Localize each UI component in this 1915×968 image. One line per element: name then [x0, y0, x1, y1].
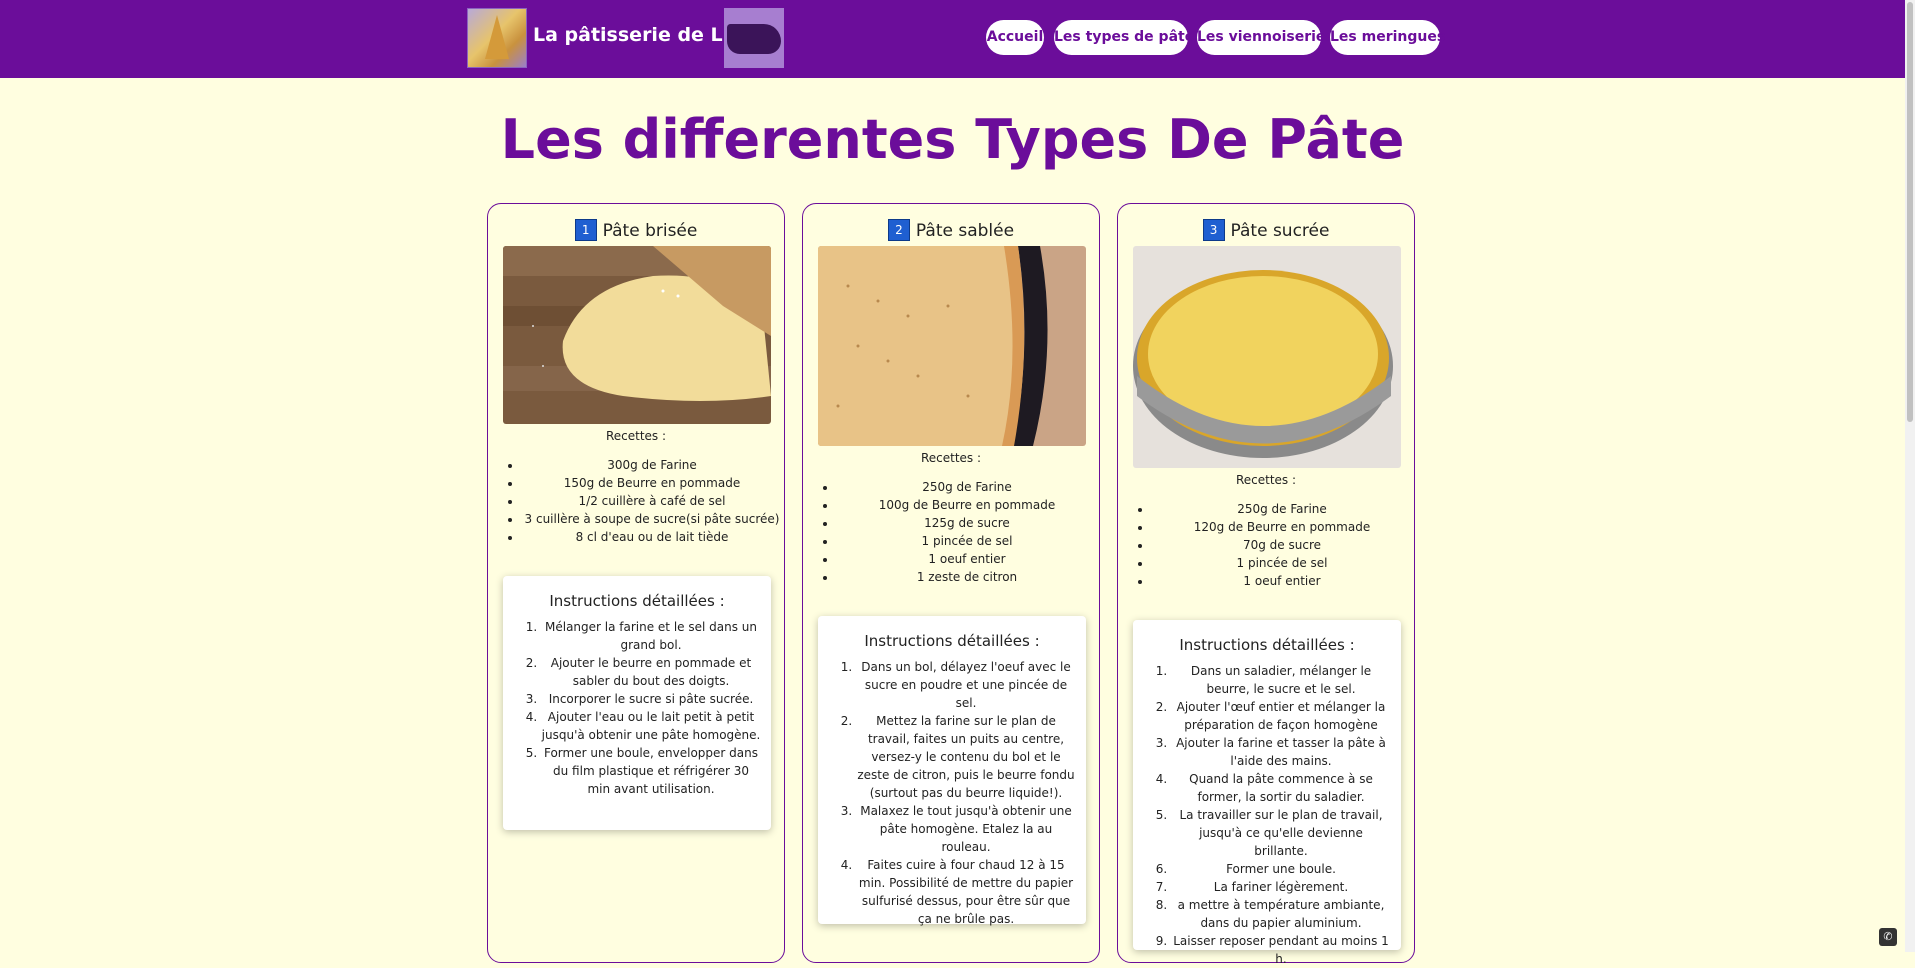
step-item: La travailler sur le plan de travail, ju…	[1171, 806, 1391, 860]
step-item: Mélanger la farine et le sel dans un gra…	[541, 618, 761, 654]
accessibility-icon[interactable]: ✆	[1879, 928, 1897, 946]
ingredient-item: 1 pincée de sel	[1152, 554, 1412, 572]
ingredient-item: 1 oeuf entier	[1152, 572, 1412, 590]
ingredient-item: 1 oeuf entier	[837, 550, 1097, 568]
recettes-label: Recettes :	[1235, 473, 1297, 487]
card-title-text: Pâte sucrée	[1230, 221, 1330, 241]
page-scrollbar[interactable]	[1905, 0, 1915, 952]
ingredient-item: 1/2 cuillère à café de sel	[522, 492, 782, 510]
number-badge: 3	[1202, 219, 1225, 241]
card-title-text: Pâte brisée	[602, 221, 698, 241]
pate-brisee-photo	[503, 246, 771, 424]
pate-sucree-photo	[1133, 246, 1401, 468]
step-item: Incorporer le sucre si pâte sucrée.	[541, 690, 761, 708]
ingredient-item: 125g de sucre	[837, 514, 1097, 532]
step-item: Quand la pâte commence à se former, la s…	[1171, 770, 1391, 806]
step-item: Ajouter l'œuf entier et mélanger la prép…	[1171, 698, 1391, 734]
ingredient-item: 150g de Beurre en pommade	[522, 474, 782, 492]
ingredient-item: 1 pincée de sel	[837, 532, 1097, 550]
nav-types-de-pates[interactable]: Les types de pâtes	[1054, 20, 1203, 55]
ingredient-item: 120g de Beurre en pommade	[1152, 518, 1412, 536]
step-item: Malaxez le tout jusqu'à obtenir une pâte…	[856, 802, 1076, 856]
instructions-box: Instructions détaillées : Dans un saladi…	[1133, 620, 1401, 966]
step-item: Laisser reposer pendant au moins 1 h.	[1171, 932, 1391, 968]
step-item: a mettre à température ambiante, dans du…	[1171, 896, 1391, 932]
step-item: Former une boule, envelopper dans du fil…	[541, 744, 761, 798]
pastry-dough-image	[724, 8, 784, 68]
instructions-box: Instructions détaillées : Mélanger la fa…	[503, 576, 771, 830]
ingredient-item: 8 cl d'eau ou de lait tiède	[522, 528, 782, 546]
scrollbar-thumb[interactable]	[1907, 2, 1913, 422]
step-item: Ajouter le beurre en pommade et sabler d…	[541, 654, 761, 690]
ingredient-item: 250g de Farine	[1152, 500, 1412, 518]
recettes-label: Recettes :	[605, 429, 667, 443]
ingredients-list: 250g de Farine 120g de Beurre en pommade…	[1142, 500, 1412, 590]
card-pate-sablee: 2Pâte sablée Recettes : 250g de Farine 1…	[802, 203, 1100, 963]
step-item: Dans un saladier, mélanger le beurre, le…	[1171, 662, 1391, 698]
ingredients-list: 300g de Farine 150g de Beurre en pommade…	[512, 456, 782, 546]
card-title-text: Pâte sablée	[915, 221, 1015, 241]
step-item: Dans un bol, délayez l'oeuf avec le sucr…	[856, 658, 1076, 712]
ingredient-item: 70g de sucre	[1152, 536, 1412, 554]
step-item: La fariner légèrement.	[1171, 878, 1391, 896]
ingredient-item: 3 cuillère à soupe de sucre(si pâte sucr…	[522, 510, 782, 528]
card-pate-brisee: 1Pâte brisée Recettes : 300g de Farine 1…	[487, 203, 785, 963]
steps-list: Dans un saladier, mélanger le beurre, le…	[1143, 662, 1391, 968]
card-pate-sucree: 3Pâte sucrée Recettes : 250g de Farine 1…	[1117, 203, 1415, 966]
step-item: Faites cuire à four chaud 12 à 15 min. P…	[856, 856, 1076, 928]
card-title: 1 Pâte brisée	[488, 219, 784, 241]
instructions-title: Instructions détaillées :	[549, 592, 725, 610]
card-title: 3 Pâte sucrée	[1118, 219, 1414, 241]
step-item: Former une boule.	[1171, 860, 1391, 878]
pate-sablee-photo	[818, 246, 1086, 446]
top-navbar: La pâtisserie de Lionel Accueil Les type…	[0, 0, 1905, 78]
instructions-box: Instructions détaillées : Dans un bol, d…	[818, 616, 1086, 926]
brand-logo-image[interactable]	[467, 8, 527, 68]
steps-list: Dans un bol, délayez l'oeuf avec le sucr…	[828, 658, 1076, 928]
card-title: 2 Pâte sablée	[803, 219, 1099, 241]
instructions-title: Instructions détaillées :	[864, 632, 1040, 650]
ingredient-item: 300g de Farine	[522, 456, 782, 474]
step-item: Ajouter l'eau ou le lait petit à petit j…	[541, 708, 761, 744]
nav-accueil[interactable]: Accueil	[986, 20, 1044, 55]
number-badge: 1	[574, 219, 597, 241]
ingredients-list: 250g de Farine 100g de Beurre en pommade…	[827, 478, 1097, 586]
number-badge: 2	[887, 219, 910, 241]
nav-meringues[interactable]: Les meringues	[1330, 20, 1445, 55]
recettes-label: Recettes :	[920, 451, 982, 465]
step-item: Mettez la farine sur le plan de travail,…	[856, 712, 1076, 802]
step-item: Ajouter la farine et tasser la pâte à l'…	[1171, 734, 1391, 770]
instructions-title: Instructions détaillées :	[1179, 636, 1355, 654]
ingredient-item: 250g de Farine	[837, 478, 1097, 496]
ingredient-item: 100g de Beurre en pommade	[837, 496, 1097, 514]
steps-list: Mélanger la farine et le sel dans un gra…	[513, 618, 761, 798]
nav-viennoiseries[interactable]: Les viennoiseries	[1197, 20, 1334, 55]
ingredient-item: 1 zeste de citron	[837, 568, 1097, 586]
page-title: Les differentes Types De Pâte	[500, 108, 1405, 171]
